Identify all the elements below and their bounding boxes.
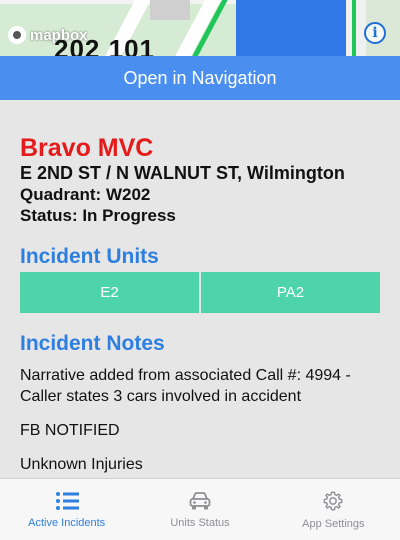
incident-detail[interactable]: Bravo MVC E 2ND ST / N WALNUT ST, Wilmin… [0, 100, 400, 478]
incident-notes-heading: Incident Notes [20, 332, 165, 355]
tab-units-status[interactable]: Units Status [133, 479, 266, 540]
mapbox-logo-icon [8, 26, 26, 44]
note-item: Narrative added from associated Call #: … [20, 367, 351, 405]
incident-units-heading: Incident Units [20, 245, 159, 268]
open-in-navigation-label: Open in Navigation [123, 67, 277, 88]
tab-active-incidents[interactable]: Active Incidents [0, 479, 133, 540]
incident-quadrant: Quadrant: W202 [20, 185, 151, 204]
incident-address: E 2ND ST / N WALNUT ST, Wilmington [20, 163, 345, 183]
map-street-number: 202 101 [54, 34, 155, 56]
incident-status: Status: In Progress [20, 206, 176, 225]
note-item: Unknown Injuries [20, 456, 143, 473]
note-item: FB NOTIFIED [20, 422, 120, 439]
map-view[interactable]: mapbox 202 101 i [0, 0, 400, 56]
tab-app-settings[interactable]: App Settings [267, 479, 400, 540]
incident-title: Bravo MVC [20, 134, 154, 162]
bottom-tab-bar: Active Incidents Units Status App Settin… [0, 478, 400, 540]
map-info-icon[interactable]: i [364, 22, 386, 44]
map-building-highlight [236, 0, 346, 56]
list-icon [55, 491, 79, 510]
tab-label: Active Incidents [28, 516, 106, 529]
unit-label: PA2 [276, 284, 305, 301]
unit-button-e2[interactable]: E2 [20, 272, 199, 313]
open-in-navigation-button[interactable]: Open in Navigation [0, 56, 400, 100]
gear-icon [323, 491, 343, 510]
tab-label: Units Status [170, 516, 230, 529]
tab-label: App Settings [302, 517, 365, 530]
incident-notes-list: Narrative added from associated Call #: … [20, 365, 380, 475]
car-icon [189, 491, 211, 509]
unit-label: E2 [100, 284, 119, 301]
unit-button-pa2[interactable]: PA2 [201, 272, 380, 313]
incident-units-list: E2 PA2 [20, 272, 380, 313]
